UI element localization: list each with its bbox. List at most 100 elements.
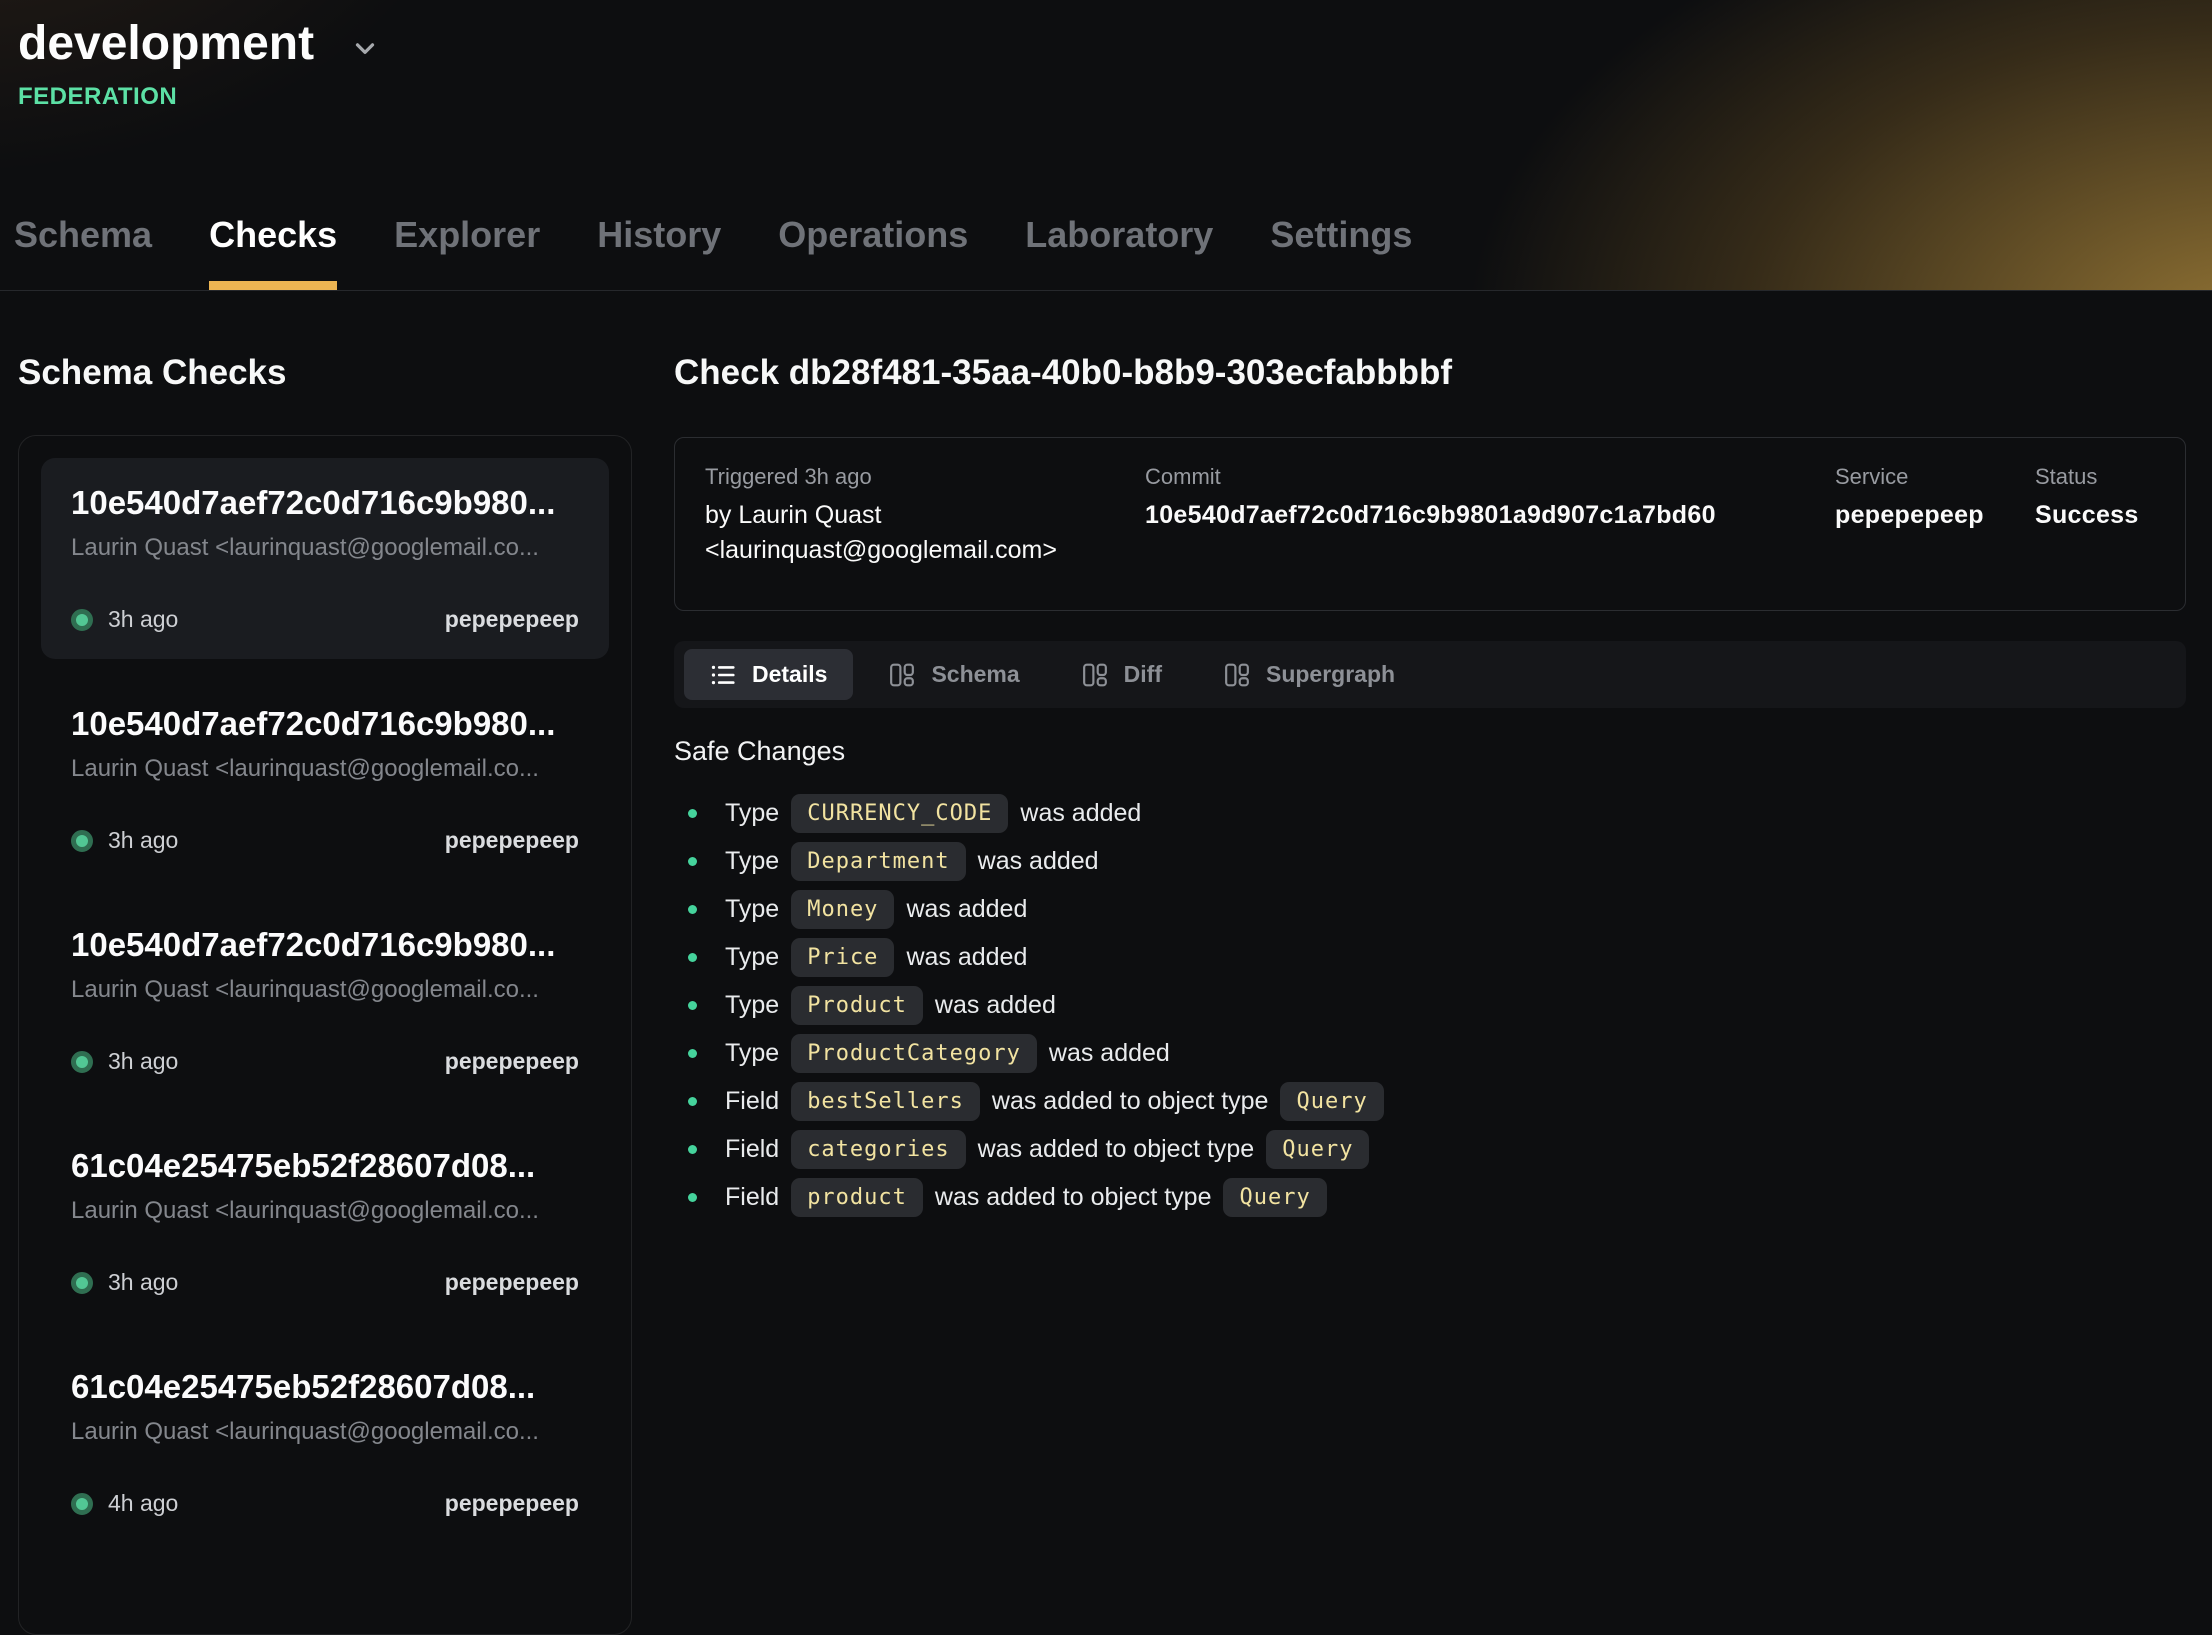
- change-target-badge: Query: [1280, 1082, 1383, 1121]
- change-suffix: was added: [1049, 1039, 1170, 1068]
- project-row: development: [0, 0, 2212, 71]
- check-service: pepepepeep: [445, 1490, 579, 1517]
- check-author: Laurin Quast <laurinquast@googlemail.co.…: [71, 1197, 579, 1225]
- check-id: 10e540d7aef72c0d716c9b980...: [71, 484, 579, 522]
- change-kind: Type: [725, 799, 779, 828]
- bullet-icon: [688, 857, 697, 866]
- check-tab-details[interactable]: Details: [684, 649, 853, 700]
- change-suffix: was added to object type: [978, 1135, 1255, 1164]
- check-title: Check db28f481-35aa-40b0-b8b9-303ecfabbb…: [674, 353, 2186, 393]
- change-suffix: was added: [1020, 799, 1141, 828]
- change-suffix: was added: [978, 847, 1099, 876]
- change-name-badge: bestSellers: [791, 1082, 980, 1121]
- bullet-icon: [688, 1193, 697, 1202]
- check-service: pepepepeep: [445, 1269, 579, 1296]
- check-meta-row: 3h agopepepepeep: [71, 827, 579, 854]
- columns-icon: [1082, 662, 1108, 688]
- chevron-down-icon[interactable]: [350, 33, 380, 63]
- service-label: Service: [1835, 464, 2035, 490]
- check-tab-label: Diff: [1124, 661, 1162, 688]
- change-kind: Type: [725, 943, 779, 972]
- meta-service: Service pepepepeep: [1835, 464, 2035, 568]
- safe-changes-heading: Safe Changes: [674, 736, 2186, 767]
- schema-checks-heading: Schema Checks: [18, 353, 632, 393]
- nav-tab-schema[interactable]: Schema: [14, 214, 152, 290]
- change-kind: Type: [725, 991, 779, 1020]
- main-content: Schema Checks 10e540d7aef72c0d716c9b980.…: [0, 291, 2212, 1635]
- project-type-badge: FEDERATION: [18, 83, 2212, 111]
- change-row: TypeDepartmentwas added: [674, 837, 2186, 885]
- check-tab-diff[interactable]: Diff: [1056, 649, 1188, 700]
- check-list-item[interactable]: 61c04e25475eb52f28607d08... Laurin Quast …: [41, 1121, 609, 1322]
- check-id: 10e540d7aef72c0d716c9b980...: [71, 926, 579, 964]
- check-list-item[interactable]: 10e540d7aef72c0d716c9b980... Laurin Quast…: [41, 679, 609, 880]
- check-id: 10e540d7aef72c0d716c9b980...: [71, 705, 579, 743]
- nav-tab-operations[interactable]: Operations: [778, 214, 968, 290]
- project-title: development: [18, 16, 314, 71]
- check-tab-supergraph[interactable]: Supergraph: [1198, 649, 1421, 700]
- change-row: Field bestSellers was added to object type…: [674, 1077, 2186, 1125]
- triggered-author-name: by Laurin Quast: [705, 498, 1145, 533]
- nav-tab-history[interactable]: History: [597, 214, 721, 290]
- meta-status: Status Success: [2035, 464, 2155, 568]
- check-author: Laurin Quast <laurinquast@googlemail.co.…: [71, 534, 579, 562]
- status-value: Success: [2035, 498, 2155, 533]
- nav-tab-checks[interactable]: Checks: [209, 214, 337, 290]
- bullet-icon: [688, 1145, 697, 1154]
- check-list-item[interactable]: 10e540d7aef72c0d716c9b980... Laurin Quast…: [41, 458, 609, 659]
- check-list-item[interactable]: 61c04e25475eb52f28607d08...Laurin Quast …: [41, 1342, 609, 1543]
- change-name-badge: Price: [791, 938, 894, 977]
- service-value: pepepepeep: [1835, 498, 2035, 533]
- check-author: Laurin Quast <laurinquast@googlemail.co.…: [71, 1418, 579, 1446]
- check-tabs: DetailsSchema Diff Supergraph: [674, 641, 2186, 708]
- nav-tab-explorer[interactable]: Explorer: [394, 214, 540, 290]
- status-dot-icon: [71, 830, 93, 852]
- change-kind: Type: [725, 847, 779, 876]
- check-author: Laurin Quast <laurinquast@googlemail.co.…: [71, 755, 579, 783]
- change-target-badge: Query: [1223, 1178, 1326, 1217]
- nav-tab-settings[interactable]: Settings: [1270, 214, 1412, 290]
- check-tab-schema[interactable]: Schema: [863, 649, 1045, 700]
- status-dot-icon: [71, 1493, 93, 1515]
- change-suffix: was added: [935, 991, 1056, 1020]
- change-suffix: was added to object type: [992, 1087, 1269, 1116]
- check-meta-row: 3h ago pepepepeep: [71, 1269, 579, 1296]
- list-icon: [710, 662, 736, 688]
- check-time: 3h ago: [108, 1269, 178, 1296]
- change-name-badge: Product: [791, 986, 923, 1025]
- status-dot-icon: [71, 1051, 93, 1073]
- change-row: TypeMoneywas added: [674, 885, 2186, 933]
- checks-panel: Schema Checks 10e540d7aef72c0d716c9b980.…: [0, 291, 632, 1635]
- change-suffix: was added to object type: [935, 1183, 1212, 1212]
- bullet-icon: [688, 953, 697, 962]
- change-kind: Field: [725, 1135, 779, 1164]
- check-detail-panel: Check db28f481-35aa-40b0-b8b9-303ecfabbb…: [632, 291, 2212, 1221]
- bullet-icon: [688, 1097, 697, 1106]
- changes-list: TypeCURRENCY_CODEwas addedTypeDepartment…: [674, 789, 2186, 1221]
- header: development FEDERATION Schema Checks Explo…: [0, 0, 2212, 291]
- change-suffix: was added: [906, 943, 1027, 972]
- status-label: Status: [2035, 464, 2155, 490]
- change-kind: Field: [725, 1087, 779, 1116]
- change-kind: Field: [725, 1183, 779, 1212]
- change-name-badge: CURRENCY_CODE: [791, 794, 1008, 833]
- columns-icon: [889, 662, 915, 688]
- change-row: Type Product was added: [674, 981, 2186, 1029]
- change-row: TypeProductCategorywas added: [674, 1029, 2186, 1077]
- check-list-item[interactable]: 10e540d7aef72c0d716c9b980... Laurin Quast…: [41, 900, 609, 1101]
- bullet-icon: [688, 905, 697, 914]
- check-meta-row: 4h agopepepepeep: [71, 1490, 579, 1517]
- change-name-badge: product: [791, 1178, 923, 1217]
- check-time: 3h ago: [108, 1048, 178, 1075]
- check-meta-row: 3h agopepepepeep: [71, 1048, 579, 1075]
- check-id: 61c04e25475eb52f28607d08...: [71, 1147, 579, 1185]
- triggered-author-email: <laurinquast@googlemail.com>: [705, 533, 1145, 568]
- commit-hash: 10e540d7aef72c0d716c9b9801a9d907c1a7bd60: [1145, 498, 1835, 533]
- nav-tab-laboratory[interactable]: Laboratory: [1025, 214, 1213, 290]
- check-author: Laurin Quast <laurinquast@googlemail.co.…: [71, 976, 579, 1004]
- bullet-icon: [688, 1049, 697, 1058]
- commit-label: Commit: [1145, 464, 1835, 490]
- check-service: pepepepeep: [445, 827, 579, 854]
- columns-icon: [1224, 662, 1250, 688]
- change-name-badge: Money: [791, 890, 894, 929]
